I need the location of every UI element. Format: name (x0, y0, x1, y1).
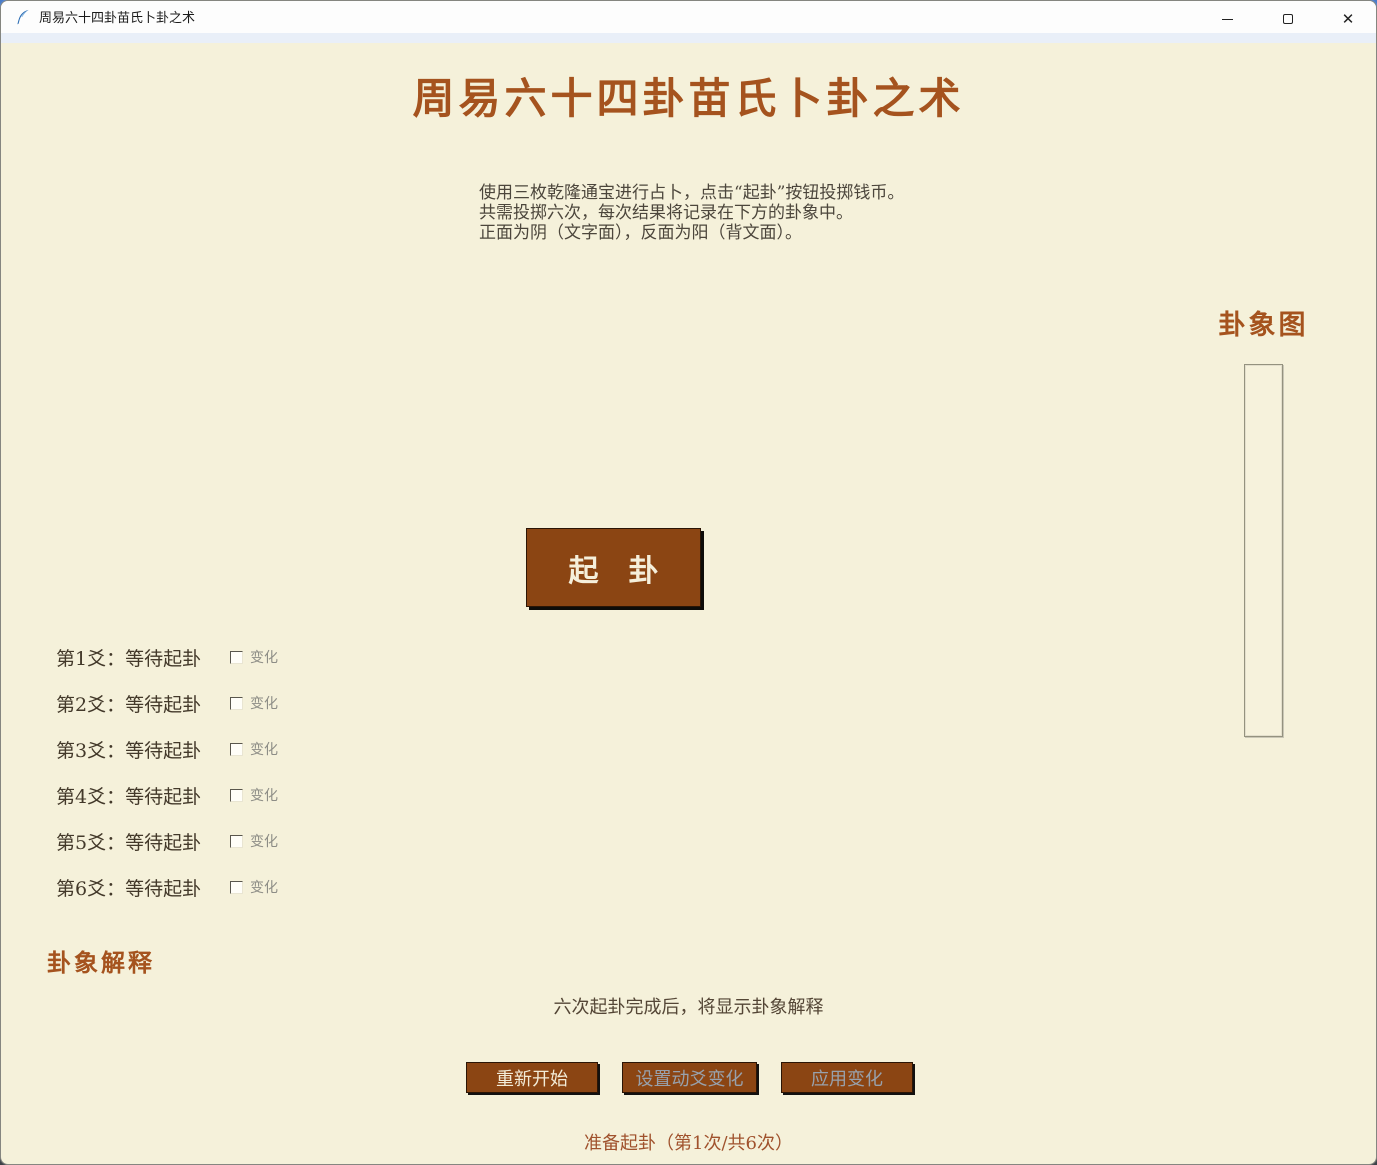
tk-feather-icon (14, 8, 32, 26)
change-checkbutton-3[interactable]: 变化 (230, 739, 278, 759)
yao-row-1: 第1爻：等待起卦 变化 (56, 644, 278, 670)
interpretation-title: 卦象解释 (47, 943, 155, 978)
yao-row-5: 第5爻：等待起卦 变化 (56, 828, 278, 854)
yao-row-3: 第3爻：等待起卦 变化 (56, 736, 278, 762)
titlebar-bottom-strip (1, 33, 1376, 43)
minimize-icon (1222, 19, 1233, 20)
maximize-button[interactable] (1265, 1, 1311, 37)
checkbox-icon (230, 651, 243, 664)
close-button[interactable]: ✕ (1325, 1, 1371, 37)
yao-label: 第3爻：等待起卦 (56, 736, 230, 763)
change-checkbutton-6[interactable]: 变化 (230, 877, 278, 897)
yao-row-4: 第4爻：等待起卦 变化 (56, 782, 278, 808)
cast-hexagram-button[interactable]: 起 卦 (526, 528, 701, 607)
instruction-line: 共需投掷六次，每次结果将记录在下方的卦象中。 (479, 203, 904, 223)
yao-label: 第6爻：等待起卦 (56, 874, 230, 901)
change-label: 变化 (250, 693, 278, 713)
change-label: 变化 (250, 831, 278, 851)
close-icon: ✕ (1342, 12, 1355, 27)
change-label: 变化 (250, 785, 278, 805)
set-moving-lines-button[interactable]: 设置动爻变化 (622, 1062, 757, 1093)
change-label: 变化 (250, 877, 278, 897)
minimize-button[interactable] (1204, 1, 1250, 37)
apply-changes-button[interactable]: 应用变化 (781, 1062, 913, 1093)
page-title: 周易六十四卦苗氏卜卦之术 (1, 65, 1376, 126)
checkbox-icon (230, 697, 243, 710)
instruction-line: 使用三枚乾隆通宝进行占卜，点击“起卦”按钮投掷钱币。 (479, 183, 904, 203)
yao-row-6: 第6爻：等待起卦 变化 (56, 874, 278, 900)
change-label: 变化 (250, 647, 278, 667)
change-checkbutton-5[interactable]: 变化 (230, 831, 278, 851)
hexagram-panel-title: 卦象图 (1196, 303, 1331, 342)
yao-label: 第2爻：等待起卦 (56, 690, 230, 717)
status-text: 准备起卦（第1次/共6次） (1, 1129, 1376, 1155)
change-checkbutton-1[interactable]: 变化 (230, 647, 278, 667)
instruction-line: 正面为阴（文字面），反面为阳（背文面）。 (479, 223, 904, 243)
window-title: 周易六十四卦苗氏卜卦之术 (39, 1, 195, 33)
yao-label: 第1爻：等待起卦 (56, 644, 230, 671)
change-label: 变化 (250, 739, 278, 759)
checkbox-icon (230, 743, 243, 756)
checkbox-icon (230, 835, 243, 848)
yao-row-2: 第2爻：等待起卦 变化 (56, 690, 278, 716)
titlebar (1, 1, 1376, 33)
checkbox-icon (230, 881, 243, 894)
hexagram-canvas (1244, 364, 1283, 737)
yao-label: 第5爻：等待起卦 (56, 828, 230, 855)
yao-label: 第4爻：等待起卦 (56, 782, 230, 809)
interpretation-placeholder: 六次起卦完成后，将显示卦象解释 (1, 993, 1376, 1019)
change-checkbutton-2[interactable]: 变化 (230, 693, 278, 713)
change-checkbutton-4[interactable]: 变化 (230, 785, 278, 805)
app-window: 周易六十四卦苗氏卜卦之术 ✕ 周易六十四卦苗氏卜卦之术 使用三枚乾隆通宝进行占卜… (0, 0, 1377, 1165)
maximize-icon (1283, 14, 1293, 24)
instructions: 使用三枚乾隆通宝进行占卜，点击“起卦”按钮投掷钱币。 共需投掷六次，每次结果将记… (479, 183, 904, 243)
checkbox-icon (230, 789, 243, 802)
restart-button[interactable]: 重新开始 (466, 1062, 598, 1093)
